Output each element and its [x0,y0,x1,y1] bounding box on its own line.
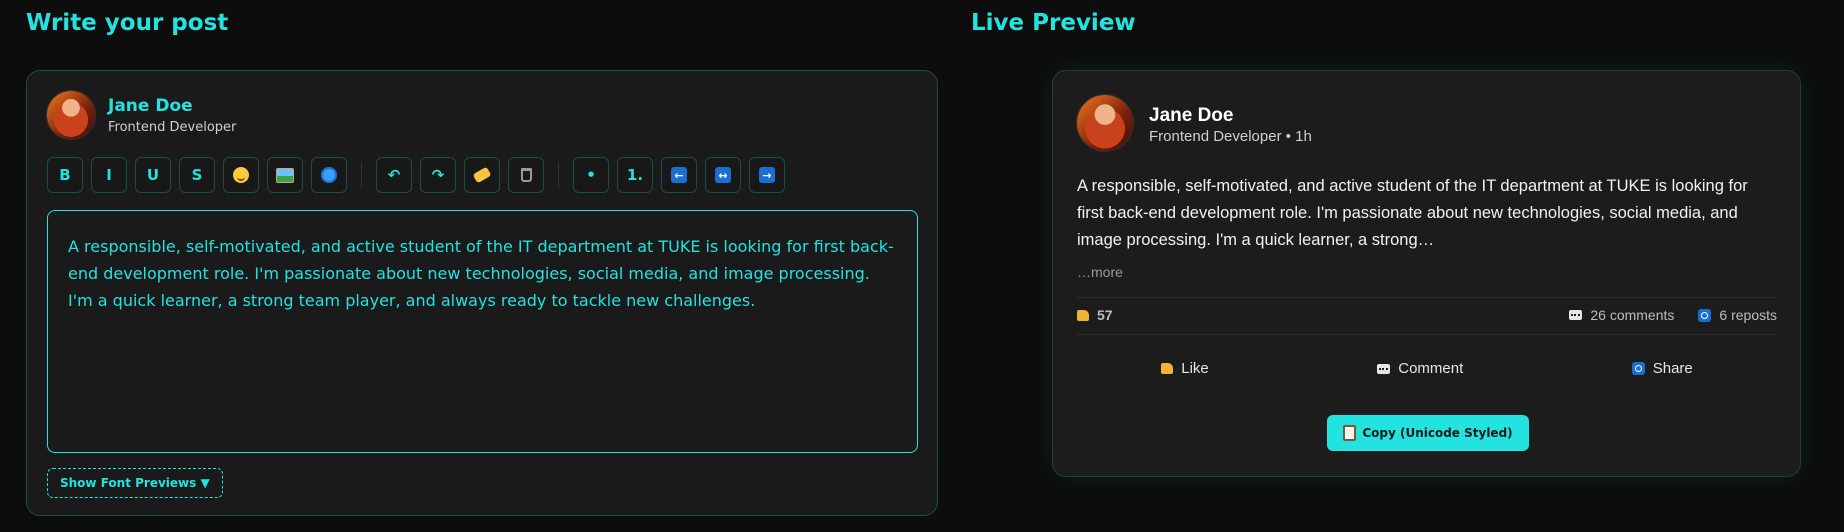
likes-count[interactable]: 57 [1077,307,1113,323]
app-root: Write your post Live Preview Jane Doe Fr… [0,0,1844,532]
preview-section-title: Live Preview [971,10,1136,36]
undo-button[interactable]: ↶ [376,157,412,193]
formatting-toolbar: B I U S ↶ ↷ • 1. ← ↔ → [47,157,793,193]
comment-icon [1377,363,1391,374]
redo-icon: ↷ [431,166,445,184]
undo-icon: ↶ [387,166,401,184]
copy-button-label: Copy (Unicode Styled) [1362,426,1513,440]
thumbs-up-icon [1077,309,1089,321]
script-font-button[interactable]: S [179,157,215,193]
clipboard-icon [1343,425,1357,441]
author-name: Jane Doe [108,96,193,116]
italic-button[interactable]: I [91,157,127,193]
share-icon [1631,362,1645,375]
picture-icon [276,167,294,183]
bullet-list-button[interactable]: • [573,157,609,193]
align-center-button[interactable]: ↔ [705,157,741,193]
bullet-icon: • [586,166,596,184]
ordered-list-button[interactable]: 1. [617,157,653,193]
comments-label: 26 comments [1590,307,1675,323]
bold-button[interactable]: B [47,157,83,193]
share-button[interactable]: Share [1620,354,1705,383]
image-button[interactable] [267,157,303,193]
emoji-button[interactable] [223,157,259,193]
arrow-left-icon: ← [671,167,687,183]
preview-card: Jane Doe Frontend Developer • 1h A respo… [1052,70,1801,477]
post-editor-textarea[interactable]: A responsible, self-motivated, and activ… [47,210,918,453]
eraser-icon [472,166,492,184]
emoji-icon [233,167,249,183]
align-right-button[interactable]: → [749,157,785,193]
preview-author-meta: Frontend Developer • 1h [1149,128,1312,145]
repost-icon [1698,308,1712,322]
preview-author-name: Jane Doe [1149,105,1234,126]
author-role: Frontend Developer [108,120,237,135]
engagement-stats: 57 26 comments 6 reposts [1077,307,1777,323]
thumbs-up-icon [1161,363,1174,374]
divider [1077,297,1777,298]
arrow-left-right-icon: ↔ [715,167,731,183]
preview-post-text: A responsible, self-motivated, and activ… [1077,177,1748,249]
comments-count[interactable]: 26 comments [1569,307,1674,323]
preview-avatar [1077,95,1133,151]
comment-icon [1569,310,1583,320]
editor-card: Jane Doe Frontend Developer B I U S ↶ ↷ … [26,70,938,516]
toolbar-divider [361,163,362,187]
comment-button[interactable]: Comment [1365,354,1475,383]
redo-button[interactable]: ↷ [420,157,456,193]
globe-icon [321,167,337,183]
see-more-link[interactable]: …more [1077,264,1123,280]
comment-label: Comment [1398,360,1464,377]
trash-icon [520,168,532,182]
clear-format-button[interactable] [464,157,500,193]
post-actions: Like Comment Share [1077,354,1777,383]
like-button[interactable]: Like [1149,354,1221,383]
link-button[interactable] [311,157,347,193]
show-font-previews-button[interactable]: Show Font Previews ▼ [47,468,223,498]
likes-value: 57 [1097,307,1113,323]
like-label: Like [1181,360,1209,377]
underline-button[interactable]: U [135,157,171,193]
copy-unicode-button[interactable]: Copy (Unicode Styled) [1327,415,1529,451]
reposts-count[interactable]: 6 reposts [1698,307,1777,323]
toolbar-divider [558,163,559,187]
editor-section-title: Write your post [26,10,229,36]
arrow-right-icon: → [759,167,775,183]
share-label: Share [1652,360,1693,377]
reposts-label: 6 reposts [1719,307,1777,323]
author-avatar [47,91,95,139]
delete-button[interactable] [508,157,544,193]
divider [1077,334,1777,335]
align-left-button[interactable]: ← [661,157,697,193]
